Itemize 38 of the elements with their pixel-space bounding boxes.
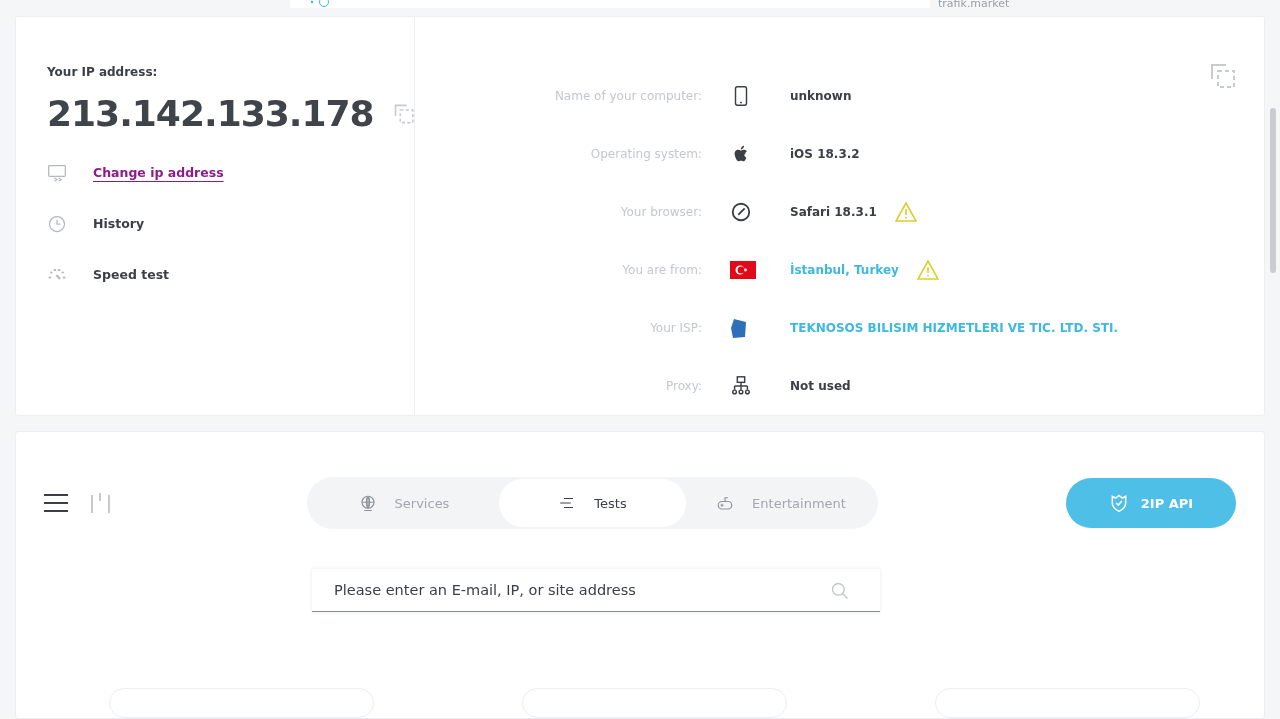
action-link[interactable]: Change ip address [93,165,224,180]
info-link[interactable]: TEKNOSOS BILISIM HIZMETLERI VE TIC. LTD. STI. [790,321,1119,335]
category-tab[interactable]: Entertainment [686,479,876,527]
api-button[interactable]: 2IP API [1066,478,1236,528]
search-field[interactable]: Please enter an E-mail, IP, or site address [312,569,880,612]
info-label: You are from: [621,263,703,277]
info-icon [310,0,330,8]
info-label: Operating system: [589,147,703,161]
info-value: Not used [790,379,851,393]
info-label: Your ISP: [649,321,703,335]
history-icon [47,213,67,234]
action-item[interactable]: History [93,216,145,231]
info-value: unknown [790,89,852,103]
ip-label: Your IP address: [47,65,159,79]
gamepad-icon [716,494,735,512]
info-label: Proxy: [664,379,703,393]
network-icon [730,375,752,397]
category-tab[interactable]: Services [309,479,499,527]
warning-icon [916,260,939,280]
ip-address: 213.142.133.178 [47,93,374,134]
info-label: Your browser: [619,205,703,219]
screen-arrow-icon [47,162,67,183]
action-item[interactable]: Speed test [93,267,170,282]
flag-icon [730,261,756,279]
info-value: Safari 18.3.1 [790,205,877,219]
compass-icon [730,201,752,223]
info-value: iOS 18.3.2 [790,147,860,161]
scrollbar[interactable] [1270,108,1276,273]
columns-icon[interactable] [90,492,112,514]
info-label: Name of your computer: [553,89,703,103]
globe-icon [358,494,377,512]
search-icon[interactable] [830,581,850,601]
warning-icon [894,202,917,222]
menu-icon[interactable] [44,494,68,512]
copy-icon[interactable] [1210,63,1236,89]
isp-logo-icon [730,317,748,339]
info-link[interactable]: İstanbul, Turkey [790,263,899,277]
category-tab[interactable]: Tests [499,479,686,527]
